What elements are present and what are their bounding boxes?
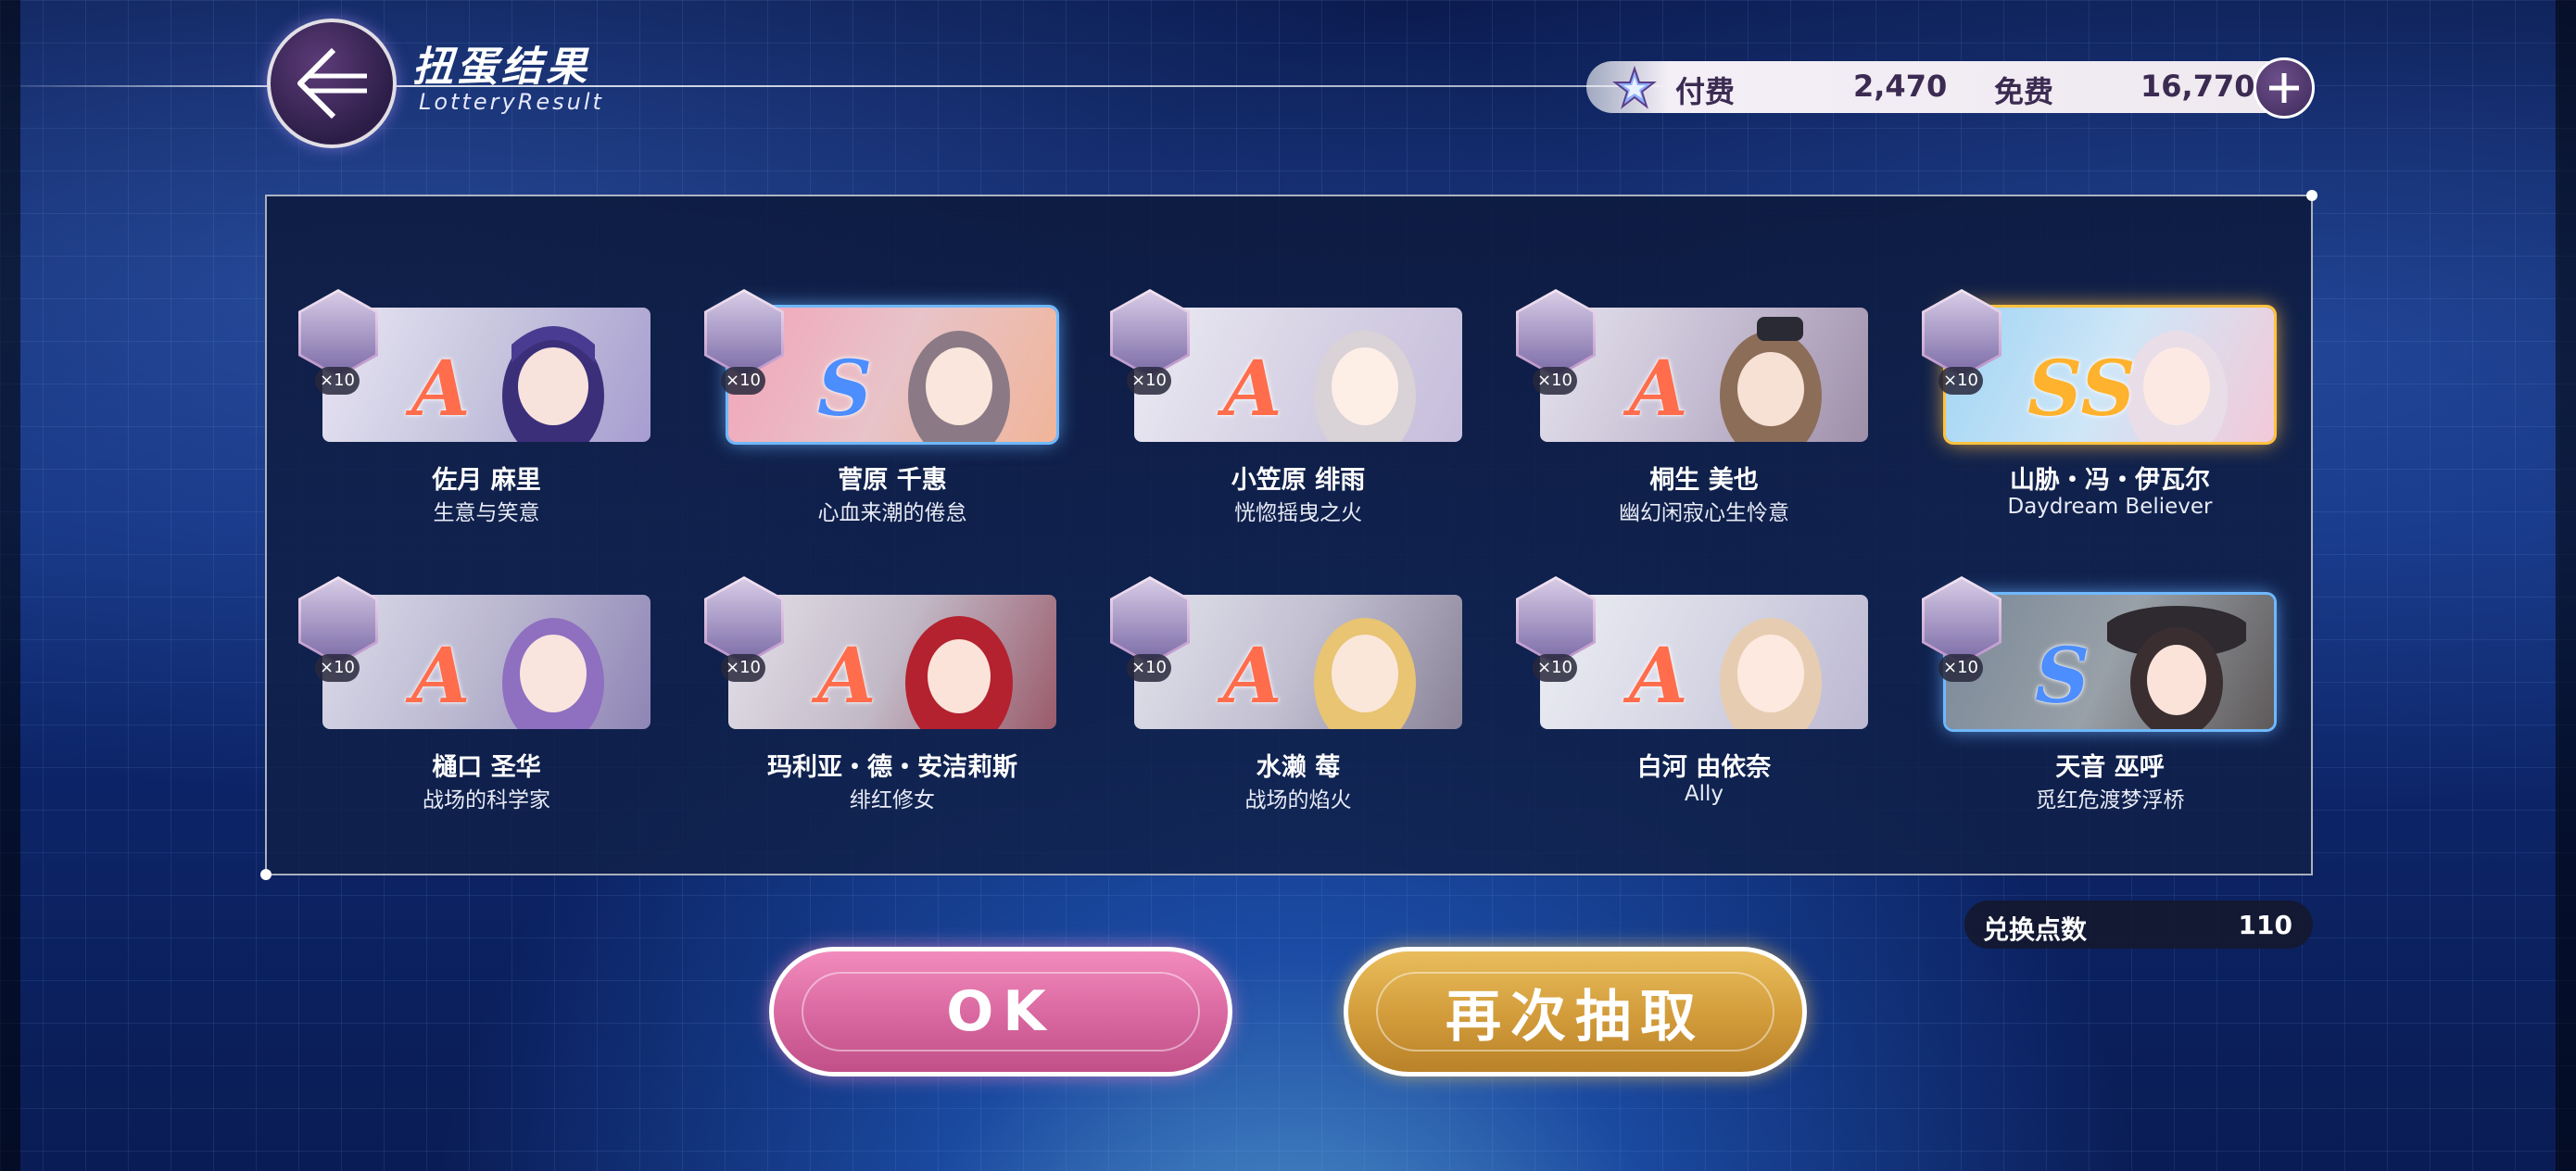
result-card[interactable]: A ×10 小笠原 绯雨 恍惚摇曳之火 (1110, 289, 1505, 539)
character-portrait (1314, 618, 1416, 729)
result-card[interactable]: S ×10 天音 巫呼 觅红危渡梦浮桥 (1922, 576, 2317, 826)
character-name: 小笠原 绯雨 (1231, 466, 1366, 495)
rank-label: A (817, 632, 877, 721)
character-portrait (1314, 331, 1416, 442)
character-name: 樋口 圣华 (432, 753, 541, 782)
count-badge: ×10 (721, 367, 765, 395)
result-card[interactable]: A ×10 桐生 美也 幽幻闲寂心生怜意 (1516, 289, 1911, 539)
character-portrait (502, 618, 604, 729)
character-portrait (905, 616, 1013, 729)
card-title: 恍惚摇曳之火 (1234, 501, 1362, 525)
character-portrait (1720, 618, 1822, 729)
draw-again-button[interactable]: 再次抽取 (1344, 947, 1807, 1077)
rank-label: A (1223, 632, 1282, 721)
character-portrait (2107, 606, 2246, 729)
exchange-points: 兑换点数 110 (1964, 900, 2313, 949)
card-title: 绯红修女 (850, 788, 935, 812)
count-badge: ×10 (721, 654, 765, 682)
character-name: 山胁・冯・伊瓦尔 (2010, 466, 2210, 495)
rank-label: S (2035, 632, 2090, 721)
free-label: 免费 (1994, 74, 2054, 109)
character-portrait (502, 326, 604, 442)
count-badge: ×10 (1938, 654, 1983, 682)
count-badge: ×10 (315, 654, 360, 682)
result-card[interactable]: A ×10 水濑 莓 战场的焰火 (1110, 576, 1505, 826)
ok-button[interactable]: OK (769, 947, 1232, 1077)
free-value: 16,770 (2140, 69, 2255, 104)
back-button[interactable] (267, 19, 397, 148)
rank-label: SS (2027, 345, 2136, 434)
page-subtitle: LotteryResult (419, 89, 604, 115)
character-name: 天音 巫呼 (2055, 753, 2165, 782)
card-title: 战场的焰火 (1244, 788, 1352, 812)
count-badge: ×10 (1127, 367, 1171, 395)
card-title: 幽幻闲寂心生怜意 (1619, 501, 1789, 525)
result-card[interactable]: A ×10 玛利亚・德・安洁莉斯 绯红修女 (704, 576, 1099, 826)
plus-icon (2269, 73, 2299, 103)
count-badge: ×10 (315, 367, 360, 395)
card-title: 心血来潮的倦怠 (817, 501, 967, 525)
result-card[interactable]: A ×10 樋口 圣华 战场的科学家 (298, 576, 693, 826)
rank-label: A (411, 632, 471, 721)
rank-label: A (1223, 345, 1282, 434)
character-name: 菅原 千惠 (838, 466, 947, 495)
count-badge: ×10 (1938, 367, 1983, 395)
draw-again-button-label: 再次抽取 (1446, 984, 1705, 1050)
character-name: 玛利亚・德・安洁莉斯 (767, 753, 1017, 782)
character-name: 佐月 麻里 (432, 466, 541, 495)
add-currency-button[interactable] (2254, 57, 2315, 119)
exchange-label: 兑换点数 (1983, 914, 2088, 945)
result-card[interactable]: S ×10 菅原 千惠 心血来潮的倦怠 (704, 289, 1099, 539)
card-title: 战场的科学家 (423, 788, 550, 812)
character-portrait (908, 331, 1010, 442)
character-name: 水濑 莓 (1256, 753, 1341, 782)
star-gem-icon (1612, 66, 1657, 109)
results-panel: A ×10 佐月 麻里 生意与笑意 S ×10 菅原 千惠 心血来潮的倦怠 A … (260, 190, 2317, 880)
rank-label: A (1629, 632, 1688, 721)
back-arrow-icon (297, 47, 367, 120)
result-card[interactable]: A ×10 白河 由依奈 Ally (1516, 576, 1911, 826)
card-title: Daydream Believer (2007, 495, 2213, 519)
currency-bar: 付费 2,470 免费 16,770 (1586, 61, 2272, 113)
card-title: 觅红危渡梦浮桥 (2035, 788, 2185, 812)
ok-button-label: OK (946, 979, 1055, 1044)
screen-edge-left (0, 0, 20, 1171)
count-badge: ×10 (1533, 654, 1577, 682)
character-name: 白河 由依奈 (1636, 753, 1772, 782)
count-badge: ×10 (1533, 367, 1577, 395)
result-card[interactable]: A ×10 佐月 麻里 生意与笑意 (298, 289, 693, 539)
page-title: 扭蛋结果 (412, 44, 590, 91)
character-name: 桐生 美也 (1649, 466, 1759, 495)
card-title: Ally (1684, 782, 1724, 806)
card-title: 生意与笑意 (433, 501, 540, 525)
exchange-value: 110 (2238, 910, 2292, 940)
rank-label: A (1629, 345, 1688, 434)
rank-label: S (817, 345, 873, 434)
count-badge: ×10 (1127, 654, 1171, 682)
result-card[interactable]: SS ×10 山胁・冯・伊瓦尔 Daydream Believer (1922, 289, 2317, 539)
rank-label: A (411, 345, 471, 434)
screen-edge-right (2556, 0, 2576, 1171)
paid-label: 付费 (1675, 74, 1736, 109)
panel-corner-dot (2306, 190, 2317, 201)
paid-value: 2,470 (1853, 69, 1948, 104)
panel-corner-dot (260, 869, 271, 880)
character-portrait (1720, 317, 1822, 442)
